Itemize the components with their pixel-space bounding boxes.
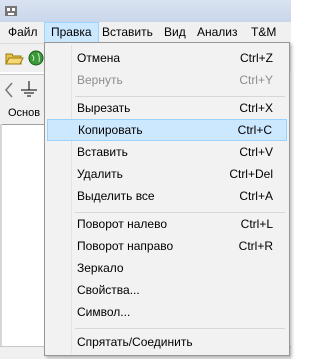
edit-menu-dropdown: Отмена Ctrl+Z Вернуть Ctrl+Y Вырезать Ct… xyxy=(44,42,290,356)
tab-basic[interactable]: Основ xyxy=(8,107,40,119)
menu-item-label: Зеркало xyxy=(77,261,124,275)
chevron-left-icon[interactable] xyxy=(4,81,14,99)
menu-item-label: Свойства... xyxy=(77,283,140,297)
menu-tm[interactable]: T&M xyxy=(245,22,282,43)
menu-item-label: Выделить все xyxy=(77,189,155,203)
menu-separator xyxy=(75,328,285,329)
menu-item-paste[interactable]: Вставить Ctrl+V xyxy=(47,141,287,163)
menu-item-label: Удалить xyxy=(77,167,123,181)
menu-item-select-all[interactable]: Выделить все Ctrl+A xyxy=(47,185,287,207)
menu-item-shortcut: Ctrl+Z xyxy=(240,51,273,65)
menu-item-label: Символ... xyxy=(77,305,131,319)
menu-item-properties[interactable]: Свойства... xyxy=(47,279,287,301)
menu-item-undo[interactable]: Отмена Ctrl+Z xyxy=(47,47,287,69)
menu-item-label: Вставить xyxy=(77,145,128,159)
menu-item-mirror[interactable]: Зеркало xyxy=(47,257,287,279)
menu-item-shortcut: Ctrl+Y xyxy=(239,73,273,87)
menu-item-cut[interactable]: Вырезать Ctrl+X xyxy=(47,97,287,119)
app-icon xyxy=(5,6,17,16)
menu-edit[interactable]: Правка xyxy=(44,22,99,43)
menu-bar: Файл Правка Вставить Вид Анализ T&M xyxy=(0,22,291,44)
title-bar xyxy=(0,0,291,22)
menu-item-redo[interactable]: Вернуть Ctrl+Y xyxy=(47,69,287,91)
menu-item-label: Спрятать/Соединить xyxy=(77,335,193,349)
menu-item-shortcut: Ctrl+Del xyxy=(229,167,273,181)
menu-item-label: Вернуть xyxy=(77,73,123,87)
menu-view[interactable]: Вид xyxy=(158,22,192,43)
menu-item-hide-join[interactable]: Спрятать/Соединить xyxy=(47,331,287,353)
menu-item-rotate-left[interactable]: Поворот налево Ctrl+L xyxy=(47,213,287,235)
menu-item-symbol[interactable]: Символ... xyxy=(47,301,287,323)
menu-item-shortcut: Ctrl+C xyxy=(237,123,272,137)
menu-item-label: Копировать xyxy=(78,123,143,137)
tab-strip: Основ xyxy=(0,104,44,125)
menu-item-label: Отмена xyxy=(77,51,121,65)
menu-insert[interactable]: Вставить xyxy=(96,22,159,43)
workspace-edge xyxy=(0,124,2,346)
open-folder-icon[interactable] xyxy=(4,48,24,68)
menu-item-label: Вырезать xyxy=(77,101,131,115)
globe-icon[interactable] xyxy=(26,48,46,68)
menu-item-label: Поворот налево xyxy=(77,217,168,231)
menu-item-shortcut: Ctrl+L xyxy=(240,217,273,231)
menu-item-shortcut: Ctrl+V xyxy=(239,145,273,159)
component-palette xyxy=(0,74,44,105)
menu-item-shortcut: Ctrl+X xyxy=(239,101,273,115)
menu-item-label: Поворот направо xyxy=(77,239,174,253)
menu-analysis[interactable]: Анализ xyxy=(191,22,244,43)
menu-item-rotate-right[interactable]: Поворот направо Ctrl+R xyxy=(47,235,287,257)
menu-item-shortcut: Ctrl+R xyxy=(238,239,273,253)
ground-symbol-icon[interactable] xyxy=(18,79,40,101)
menu-item-delete[interactable]: Удалить Ctrl+Del xyxy=(47,163,287,185)
menu-item-copy[interactable]: Копировать Ctrl+C xyxy=(47,119,287,141)
menu-file[interactable]: Файл xyxy=(2,22,44,43)
menu-item-shortcut: Ctrl+A xyxy=(239,189,273,203)
